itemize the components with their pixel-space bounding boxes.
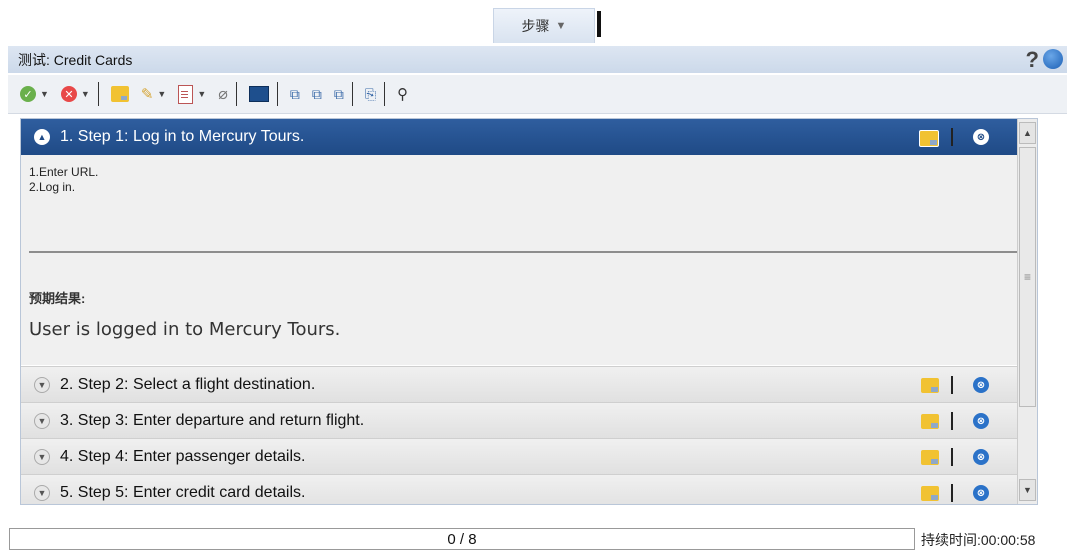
note-icon <box>110 86 129 102</box>
toolbar-separator <box>235 82 237 106</box>
export-icon: ⎘ <box>364 85 377 102</box>
step-header-2[interactable]: ▼ 2. Step 2: Select a flight destination… <box>21 366 1037 403</box>
note-icon[interactable] <box>921 378 939 393</box>
chevron-down-icon[interactable]: ▼ <box>81 89 90 99</box>
vertical-scrollbar[interactable]: ▲ ≡ ▼ <box>1017 119 1037 504</box>
tree-button-2[interactable]: ⧉ <box>312 82 322 106</box>
step-title: 5. Step 5: Enter credit card details. <box>60 484 306 501</box>
expand-icon[interactable]: ▼ <box>34 485 50 501</box>
status-icon[interactable]: ⊗ <box>973 129 989 145</box>
chevron-down-icon[interactable]: ▼ <box>40 89 49 99</box>
duration-label: 持续时间:00:00:58 <box>921 532 1036 548</box>
tab-steps-label: 步骤 <box>521 18 550 34</box>
chevron-down-icon: ▼ <box>555 20 567 32</box>
search-icon: ⚲ <box>397 86 409 103</box>
description-line: 2.Log in. <box>29 180 76 194</box>
monitor-icon <box>248 86 269 102</box>
toolbar: ✓ ▼ ✕ ▼ ✎ ▼ ▼ ⌀ ⧉ ⧉ ⧉ ⎘ ⚲ <box>8 75 1067 114</box>
toolbar-separator <box>351 82 353 106</box>
step-header-3[interactable]: ▼ 3. Step 3: Enter departure and return … <box>21 402 1037 439</box>
pencil-icon: ✎ <box>140 86 154 103</box>
steps-panel: ▲ 1. Step 1: Log in to Mercury Tours. ⊗ … <box>20 118 1038 505</box>
help-icon[interactable]: ? <box>1026 47 1039 73</box>
scroll-up-button[interactable]: ▲ <box>1019 122 1036 144</box>
toolbar-separator <box>384 82 386 106</box>
step-title: 1. Step 1: Log in to Mercury Tours. <box>60 128 305 145</box>
scroll-thumb[interactable]: ≡ <box>1019 147 1036 407</box>
step-description: 1.Enter URL. 2.Log in. <box>21 165 98 195</box>
tab-divider <box>597 11 601 37</box>
note-icon[interactable] <box>921 450 939 465</box>
fail-button[interactable]: ✕ ▼ <box>60 82 90 106</box>
collapse-icon[interactable]: ▲ <box>34 129 50 145</box>
scroll-down-button[interactable]: ▼ <box>1019 479 1036 501</box>
step-title: 2. Step 2: Select a flight destination. <box>60 376 316 393</box>
step-header-4[interactable]: ▼ 4. Step 4: Enter passenger details. ⊗ <box>21 438 1037 475</box>
add-note-button[interactable] <box>110 82 129 106</box>
step-detail: 1.Enter URL. 2.Log in. 预期结果: User is log… <box>21 155 1037 365</box>
divider-line <box>29 251 1025 253</box>
expected-result-text: User is logged in to Mercury Tours. <box>29 319 341 340</box>
document-icon <box>178 84 194 104</box>
chevron-down-icon[interactable]: ▼ <box>197 89 206 99</box>
note-icon[interactable] <box>921 414 939 429</box>
hierarchy-icon: ⧉ <box>289 85 300 102</box>
expand-icon[interactable]: ▼ <box>34 377 50 393</box>
check-icon: ✓ <box>20 86 36 102</box>
note-icon[interactable] <box>921 486 939 501</box>
progress-bar: 0 / 8 <box>9 528 915 550</box>
tree-button-3[interactable]: ⧉ <box>334 82 344 106</box>
status-icon[interactable]: ⊗ <box>973 449 989 465</box>
expected-result-label: 预期结果: <box>29 291 86 306</box>
pass-button[interactable]: ✓ ▼ <box>20 82 49 106</box>
expand-icon[interactable]: ▼ <box>34 449 50 465</box>
export-button[interactable]: ⎘ <box>365 82 376 106</box>
globe-icon[interactable] <box>1043 49 1063 69</box>
step-title: 4. Step 4: Enter passenger details. <box>60 448 306 465</box>
window-title: 测试: Credit Cards <box>18 51 133 68</box>
expand-icon[interactable]: ▼ <box>34 413 50 429</box>
title-bar: 测试: Credit Cards ? <box>8 46 1067 73</box>
status-icon[interactable]: ⊗ <box>973 413 989 429</box>
divider <box>951 376 953 394</box>
status-icon[interactable]: ⊗ <box>973 377 989 393</box>
step-header-5[interactable]: ▼ 5. Step 5: Enter credit card details. … <box>21 474 1037 504</box>
description-line: 1.Enter URL. <box>29 165 99 179</box>
hierarchy-down-icon: ⧉ <box>311 85 322 102</box>
screen-button[interactable] <box>248 82 269 106</box>
fail-icon: ✕ <box>60 86 77 102</box>
step-title: 3. Step 3: Enter departure and return fl… <box>60 412 365 429</box>
divider <box>951 448 953 466</box>
divider <box>951 128 953 146</box>
toolbar-separator <box>276 82 278 106</box>
tree-button-1[interactable]: ⧉ <box>290 82 300 106</box>
progress-text: 0 / 8 <box>447 530 477 548</box>
search-button[interactable]: ⚲ <box>397 82 408 106</box>
divider <box>951 484 953 502</box>
edit-button[interactable]: ✎ ▼ <box>141 82 167 106</box>
attachment-button[interactable]: ⌀ <box>218 82 228 106</box>
step-header-1[interactable]: ▲ 1. Step 1: Log in to Mercury Tours. ⊗ <box>21 119 1037 155</box>
status-icon[interactable]: ⊗ <box>973 485 989 501</box>
note-icon[interactable] <box>919 130 939 147</box>
divider <box>951 412 953 430</box>
document-button[interactable]: ▼ <box>178 82 206 106</box>
hierarchy-up-icon: ⧉ <box>333 85 344 102</box>
tab-steps[interactable]: 步骤 ▼ <box>493 8 595 43</box>
toolbar-separator <box>97 82 99 106</box>
paperclip-icon: ⌀ <box>218 86 228 103</box>
chevron-down-icon[interactable]: ▼ <box>157 89 166 99</box>
